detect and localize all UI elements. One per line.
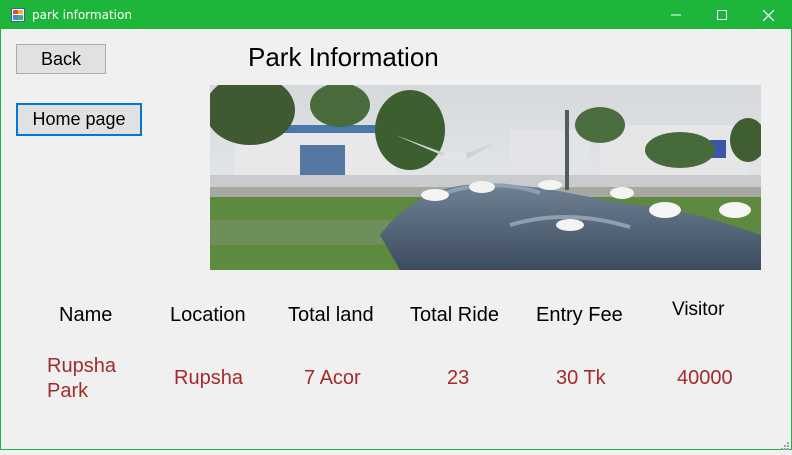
value-name-line1: Rupsha <box>47 355 116 377</box>
resize-grip-icon[interactable] <box>779 437 789 450</box>
value-total-land: 7 Acor <box>304 367 361 389</box>
app-window-icon <box>11 8 25 22</box>
value-name: Rupsha Park <box>47 354 116 404</box>
maximize-icon <box>717 10 727 20</box>
minimize-icon <box>671 14 681 16</box>
value-name-line2: Park <box>47 380 89 402</box>
header-entry-fee: Entry Fee <box>536 304 623 326</box>
header-name: Name <box>59 304 113 326</box>
minimize-button[interactable] <box>653 1 699 29</box>
page-title: Park Information <box>248 42 439 72</box>
maximize-button[interactable] <box>699 1 745 29</box>
close-button[interactable] <box>745 1 791 29</box>
header-total-land: Total land <box>288 304 374 326</box>
value-visitor: 40000 <box>677 367 733 389</box>
close-icon <box>762 9 774 21</box>
value-location: Rupsha <box>174 367 243 389</box>
header-total-ride: Total Ride <box>410 304 499 326</box>
value-total-ride: 23 <box>447 367 470 389</box>
app-window: park information Back Home page Park Inf… <box>0 0 792 450</box>
window-title: park information <box>32 8 132 22</box>
home-page-button[interactable]: Home page <box>16 103 142 136</box>
header-location: Location <box>170 304 246 326</box>
back-button[interactable]: Back <box>16 44 106 74</box>
header-visitor: Visitor <box>672 299 725 320</box>
park-photo <box>210 85 761 270</box>
value-entry-fee: 30 Tk <box>556 367 606 389</box>
title-bar[interactable]: park information <box>1 1 791 29</box>
